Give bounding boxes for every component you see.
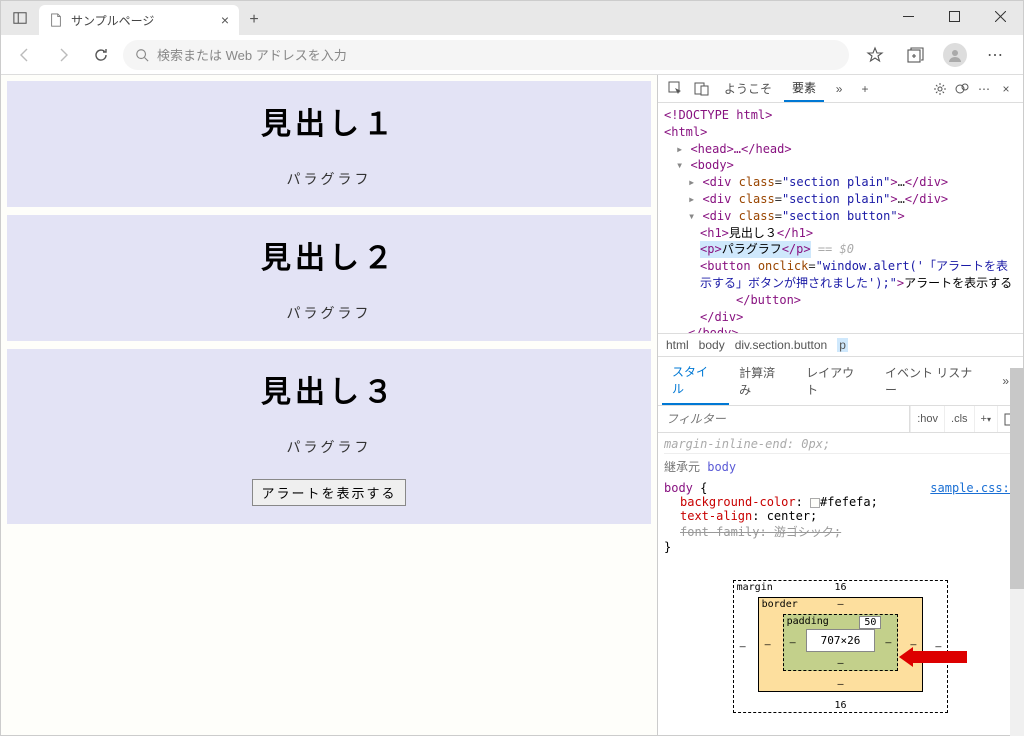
- devtools-toolbar: ようこそ 要素 » + ⋯ ×: [658, 75, 1023, 103]
- scrollbar[interactable]: [1010, 368, 1023, 735]
- styles-tabs: スタイル 計算済み レイアウト イベント リスナー »: [658, 357, 1023, 406]
- alert-button[interactable]: アラートを表示する: [252, 479, 405, 506]
- color-swatch[interactable]: [810, 498, 820, 508]
- page-icon: [49, 13, 63, 27]
- styles-tab-computed[interactable]: 計算済み: [729, 358, 796, 404]
- box-model[interactable]: margin 16 –– border – –– padding 50 –– 7…: [664, 556, 1017, 735]
- device-toggle-icon[interactable]: [690, 78, 712, 100]
- address-input[interactable]: 検索または Web アドレスを入力: [123, 40, 849, 70]
- page-content: 見出し１ パラグラフ 見出し２ パラグラフ 見出し３ パラグラフ アラートを表示…: [1, 75, 657, 735]
- close-button[interactable]: [977, 1, 1023, 31]
- section-1: 見出し１ パラグラフ: [7, 81, 651, 207]
- new-tab-button[interactable]: +: [239, 5, 269, 35]
- cls-toggle[interactable]: .cls: [944, 406, 974, 432]
- window-controls: [885, 1, 1023, 31]
- collections-button[interactable]: [899, 39, 931, 71]
- search-icon: [135, 48, 149, 62]
- annotation-arrow: [913, 651, 967, 663]
- welcome-tab[interactable]: ようこそ: [716, 76, 780, 101]
- heading-3: 見出し３: [7, 367, 651, 411]
- styles-filter-input[interactable]: [658, 406, 909, 432]
- browser-window: サンプルページ × + 検索または Web アドレスを入力 ⋯ 見出し１: [0, 0, 1024, 736]
- maximize-button[interactable]: [931, 1, 977, 31]
- address-placeholder: 検索または Web アドレスを入力: [157, 45, 347, 64]
- menu-button[interactable]: ⋯: [979, 39, 1011, 71]
- section-2: 見出し２ パラグラフ: [7, 215, 651, 341]
- tab-title: サンプルページ: [71, 12, 154, 29]
- styles-body[interactable]: margin-inline-end: 0px; 継承元 body body { …: [658, 433, 1023, 735]
- paragraph-3: パラグラフ: [7, 437, 651, 457]
- feedback-icon[interactable]: [951, 78, 973, 100]
- styles-tab-layout[interactable]: レイアウト: [796, 358, 875, 404]
- padding-value-input[interactable]: 50: [859, 616, 881, 629]
- avatar-icon: [947, 47, 963, 63]
- reload-button[interactable]: [85, 39, 117, 71]
- elements-tab[interactable]: 要素: [784, 75, 824, 102]
- styles-filter-row: :hov .cls +▾: [658, 406, 1023, 433]
- add-tab-icon[interactable]: +: [854, 78, 876, 100]
- source-link[interactable]: sample.css:1: [930, 481, 1017, 495]
- browser-tab[interactable]: サンプルページ ×: [39, 5, 239, 35]
- devtools-close-icon[interactable]: ×: [995, 78, 1017, 100]
- close-tab-icon[interactable]: ×: [221, 12, 229, 28]
- paragraph-1: パラグラフ: [7, 169, 651, 189]
- inherit-link[interactable]: body: [707, 460, 736, 474]
- paragraph-2: パラグラフ: [7, 303, 651, 323]
- styles-tab-listeners[interactable]: イベント リスナー: [875, 358, 992, 404]
- styles-tab-style[interactable]: スタイル: [662, 357, 729, 405]
- more-tabs-icon[interactable]: »: [828, 78, 850, 100]
- settings-icon[interactable]: [929, 78, 951, 100]
- title-bar: サンプルページ × +: [1, 1, 1023, 35]
- minimize-button[interactable]: [885, 1, 931, 31]
- tab-actions-icon[interactable]: [1, 1, 39, 35]
- favorites-button[interactable]: [859, 39, 891, 71]
- dom-breadcrumb[interactable]: html body div.section.button p: [658, 333, 1023, 357]
- back-button[interactable]: [9, 39, 41, 71]
- inspect-icon[interactable]: [664, 78, 686, 100]
- forward-button[interactable]: [47, 39, 79, 71]
- dom-tree[interactable]: <!DOCTYPE html> <html> ▸ <head>…</head> …: [658, 103, 1023, 333]
- more-icon[interactable]: ⋯: [973, 78, 995, 100]
- address-bar: 検索または Web アドレスを入力 ⋯: [1, 35, 1023, 75]
- devtools-panel: ようこそ 要素 » + ⋯ × <!DOCTYPE html> <html> ▸…: [657, 75, 1023, 735]
- section-3: 見出し３ パラグラフ アラートを表示する: [7, 349, 651, 524]
- hov-toggle[interactable]: :hov: [910, 406, 944, 432]
- heading-2: 見出し２: [7, 233, 651, 277]
- heading-1: 見出し１: [7, 99, 651, 143]
- new-style-rule-icon[interactable]: +▾: [974, 406, 997, 432]
- profile-button[interactable]: [939, 39, 971, 71]
